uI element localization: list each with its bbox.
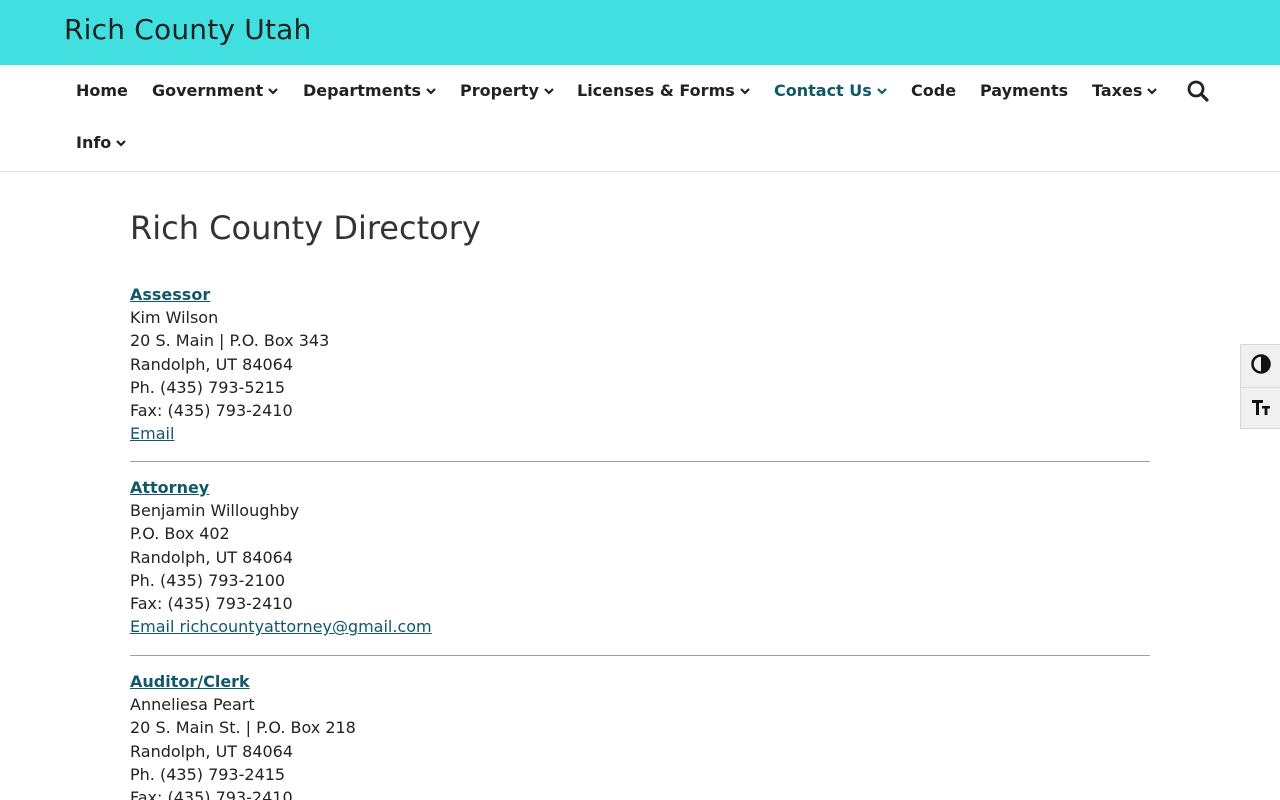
entry-city: Randolph, UT 84064 — [130, 354, 294, 374]
nav-code-label: Code — [911, 81, 957, 100]
nav-taxes[interactable]: Taxes — [1092, 81, 1158, 100]
entry-fax: Fax: (435) 793-2410 — [130, 400, 293, 420]
entry-name: Kim Wilson — [130, 308, 219, 328]
nav-contact-us-label: Contact Us — [774, 81, 872, 100]
nav-departments-label: Departments — [303, 81, 422, 100]
entry-fax: Fax: (435) 793-2410 — [130, 593, 293, 613]
accessibility-toolbar — [1240, 344, 1280, 429]
entry-city: Randolph, UT 84064 — [130, 547, 294, 567]
nav-licenses-forms-label: Licenses & Forms — [577, 81, 735, 100]
email-link-attorney[interactable]: Email richcountyattorney@gmail.com — [130, 617, 432, 636]
nav-government[interactable]: Government — [152, 81, 279, 100]
entry-name: Benjamin Willoughby — [130, 501, 300, 521]
entry-address: 20 S. Main St. | P.O. Box 218 — [130, 718, 356, 738]
nav-contact-us[interactable]: Contact Us — [774, 81, 887, 100]
nav-property-label: Property — [460, 81, 539, 100]
chevron-down-icon — [1147, 87, 1158, 95]
dept-link-attorney[interactable]: Attorney — [130, 478, 209, 497]
nav-home[interactable]: Home — [76, 81, 128, 100]
entry-phone: Ph. (435) 793-2100 — [130, 570, 286, 590]
divider — [130, 655, 1150, 656]
nav-payments-label: Payments — [980, 81, 1069, 100]
search-button[interactable] — [1187, 80, 1209, 106]
nav-info[interactable]: Info — [76, 133, 127, 152]
chevron-down-icon — [426, 87, 436, 95]
font-size-icon — [1250, 396, 1272, 422]
chevron-down-icon — [268, 87, 279, 95]
entry-phone: Ph. (435) 793-5215 — [130, 377, 286, 397]
nav-code[interactable]: Code — [911, 81, 956, 100]
dept-link-auditor-clerk[interactable]: Auditor/Clerk — [130, 672, 250, 691]
page-title: Rich County Directory — [130, 209, 481, 247]
nav-home-label: Home — [76, 81, 128, 100]
site-title-link[interactable]: Rich County Utah — [64, 13, 311, 46]
main-navigation: Home Government Departments Property Lic… — [0, 65, 1280, 172]
dept-link-assessor[interactable]: Assessor — [130, 285, 210, 304]
nav-departments[interactable]: Departments — [303, 81, 436, 100]
chevron-down-icon — [544, 87, 554, 95]
nav-info-label: Info — [76, 133, 112, 152]
toggle-contrast-button[interactable] — [1241, 345, 1280, 387]
entry-fax: Fax: (435) 793-2410 — [130, 787, 293, 800]
entry-phone: Ph. (435) 793-2415 — [130, 764, 286, 784]
contrast-icon — [1250, 353, 1272, 379]
entry-address: 20 S. Main | P.O. Box 343 — [130, 331, 330, 351]
directory-entry-assessor: Assessor Kim Wilson 20 S. Main | P.O. Bo… — [130, 283, 1150, 445]
toggle-font-size-button[interactable] — [1241, 387, 1280, 429]
chevron-down-icon — [739, 87, 750, 95]
nav-government-label: Government — [152, 81, 264, 100]
entry-address: P.O. Box 402 — [130, 524, 230, 544]
directory-entry-auditor-clerk: Auditor/Clerk Anneliesa Peart 20 S. Main… — [130, 670, 1150, 800]
nav-property[interactable]: Property — [460, 81, 554, 100]
directory-entry-attorney: Attorney Benjamin Willoughby P.O. Box 40… — [130, 476, 1150, 638]
entry-name: Anneliesa Peart — [130, 695, 255, 715]
chevron-down-icon — [116, 139, 127, 147]
site-header: Rich County Utah — [0, 0, 1280, 65]
divider — [130, 461, 1150, 462]
nav-taxes-label: Taxes — [1092, 81, 1143, 100]
chevron-down-icon — [877, 87, 887, 95]
nav-licenses-forms[interactable]: Licenses & Forms — [577, 81, 750, 100]
email-link-assessor[interactable]: Email — [130, 424, 174, 443]
nav-payments[interactable]: Payments — [980, 81, 1068, 100]
entry-city: Randolph, UT 84064 — [130, 741, 294, 761]
search-icon — [1187, 80, 1209, 106]
